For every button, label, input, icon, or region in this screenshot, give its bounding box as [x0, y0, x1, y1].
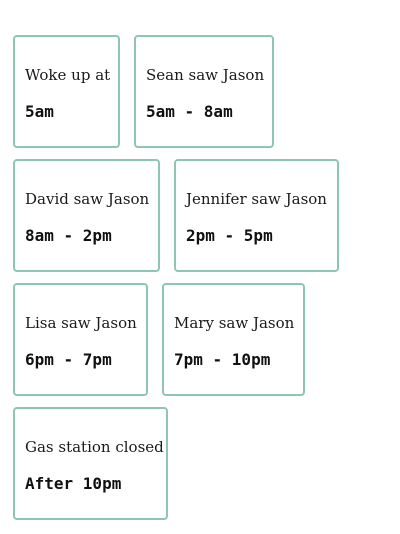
card-label: David saw Jason [25, 190, 150, 208]
card-time: 5am - 8am [146, 102, 233, 121]
card-label: Mary saw Jason [174, 314, 295, 332]
card-label: Lisa saw Jason [25, 314, 137, 332]
card-gas-station[interactable]: Gas station closed After 10pm [13, 407, 168, 520]
card-time: 2pm - 5pm [186, 226, 273, 245]
card-label: Gas station closed [25, 438, 164, 456]
card-time: 5am [25, 102, 54, 121]
card-time: 6pm - 7pm [25, 350, 112, 369]
card-sean[interactable]: Sean saw Jason 5am - 8am [134, 35, 274, 148]
card-woke-up[interactable]: Woke up at 5am [13, 35, 120, 148]
card-mary[interactable]: Mary saw Jason 7pm - 10pm [162, 283, 305, 396]
card-jennifer[interactable]: Jennifer saw Jason 2pm - 5pm [174, 159, 339, 272]
card-time: After 10pm [25, 474, 122, 493]
card-label: Jennifer saw Jason [186, 190, 327, 208]
card-lisa[interactable]: Lisa saw Jason 6pm - 7pm [13, 283, 148, 396]
card-david[interactable]: David saw Jason 8am - 2pm [13, 159, 160, 272]
card-time: 7pm - 10pm [174, 350, 271, 369]
card-label: Sean saw Jason [146, 66, 265, 84]
card-time: 8am - 2pm [25, 226, 112, 245]
card-label: Woke up at [25, 66, 111, 84]
